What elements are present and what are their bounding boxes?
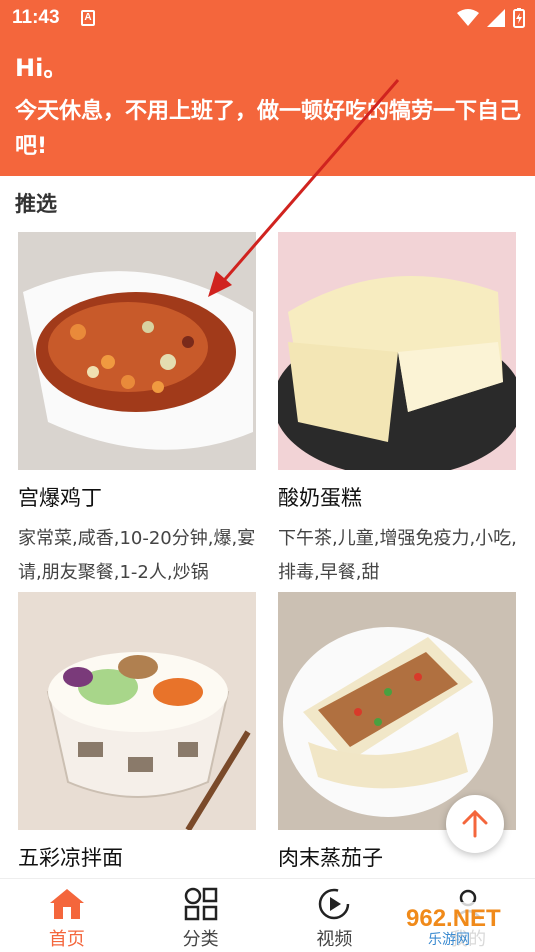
greeting: Hi。 — [15, 54, 68, 82]
annotation-arrow — [208, 79, 400, 297]
tab-label: 分类 — [182, 929, 219, 950]
watermark-text: 962.NET — [406, 905, 501, 932]
wifi-icon — [457, 9, 479, 26]
watermark-logo: 962.NET 乐游网 — [398, 902, 533, 948]
watermark-subtext: 乐游网 — [428, 932, 470, 948]
recipe-card[interactable]: 五彩凉拌面 — [18, 592, 258, 872]
recipe-name[interactable]: 五彩凉拌面 — [18, 842, 258, 872]
recipe-image[interactable] — [278, 592, 516, 830]
recipe-name[interactable]: 酸奶蛋糕 — [278, 482, 518, 512]
status-icons — [457, 8, 525, 28]
scroll-top-button[interactable] — [446, 795, 504, 853]
category-icon — [184, 887, 217, 921]
signal-icon — [487, 9, 505, 27]
tab-home[interactable]: 首页 — [0, 879, 134, 952]
recipe-name[interactable]: 宫爆鸡丁 — [18, 482, 258, 512]
recipe-tags: 家常菜,咸香,10-20分钟,爆,宴请,朋友聚餐,1-2人,炒锅 — [18, 528, 256, 583]
status-bar: 11:43 A — [0, 0, 535, 36]
tab-category[interactable]: 分类 — [134, 879, 268, 952]
recipe-tags: 下午茶,儿童,增强免疫力,小吃,排毒,早餐,甜 — [278, 528, 517, 583]
section-title: 推选 — [15, 192, 57, 216]
arrow-up-icon — [462, 810, 488, 838]
status-time: 11:43 — [12, 7, 60, 28]
recipe-image[interactable] — [18, 592, 256, 830]
tab-label: 视频 — [316, 929, 353, 950]
notification-icon: A — [81, 10, 95, 26]
tab-video[interactable]: 视频 — [268, 879, 402, 952]
home-icon — [49, 889, 84, 919]
battery-icon — [513, 8, 525, 28]
video-icon — [319, 888, 350, 920]
tab-label: 首页 — [48, 929, 85, 950]
